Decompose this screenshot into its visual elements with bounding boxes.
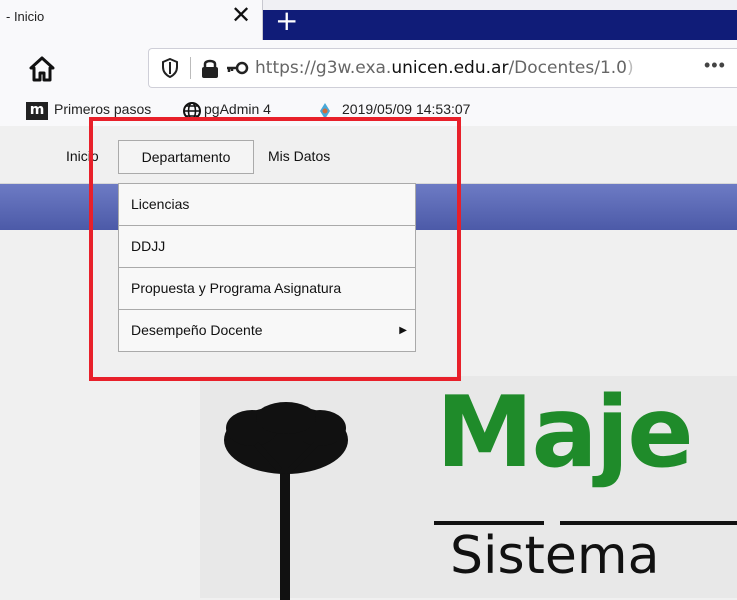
bookmark-primeros-pasos[interactable]: Primeros pasos — [54, 101, 151, 117]
home-icon[interactable] — [28, 55, 56, 83]
bookmark-m-icon: m — [26, 102, 48, 120]
lock-icon[interactable] — [201, 57, 219, 79]
logo-rule — [434, 521, 544, 525]
bookmark-datetime[interactable]: 2019/05/09 14:53:07 — [342, 101, 470, 117]
logo: Maje Sistema — [200, 376, 737, 600]
shield-icon[interactable] — [161, 58, 179, 78]
url-bar[interactable]: https://g3w.exa.unicen.edu.ar/Docentes/1… — [148, 48, 737, 88]
plus-icon: + — [275, 4, 299, 37]
tab-bar: - Inicio ✕ + — [0, 0, 737, 40]
url-text: https://g3w.exa.unicen.edu.ar/Docentes/1… — [255, 58, 634, 78]
close-tab-icon[interactable]: ✕ — [228, 2, 254, 30]
logo-title: Maje — [436, 376, 694, 490]
navigation-bar: https://g3w.exa.unicen.edu.ar/Docentes/1… — [0, 40, 737, 96]
new-tab-button[interactable]: + — [263, 4, 737, 40]
tab-title: - Inicio — [6, 9, 45, 24]
separator — [190, 57, 191, 79]
tree-icon — [224, 402, 348, 600]
bookmark-pgadmin[interactable]: pgAdmin 4 — [204, 101, 271, 117]
browser-tab[interactable]: - Inicio ✕ — [0, 0, 263, 40]
logo-rule — [560, 521, 737, 525]
page-actions-menu-icon[interactable]: ••• — [704, 55, 726, 76]
logo-subtitle: Sistema — [450, 526, 660, 586]
highlight-annotation — [89, 117, 461, 381]
key-icon[interactable] — [225, 61, 249, 75]
